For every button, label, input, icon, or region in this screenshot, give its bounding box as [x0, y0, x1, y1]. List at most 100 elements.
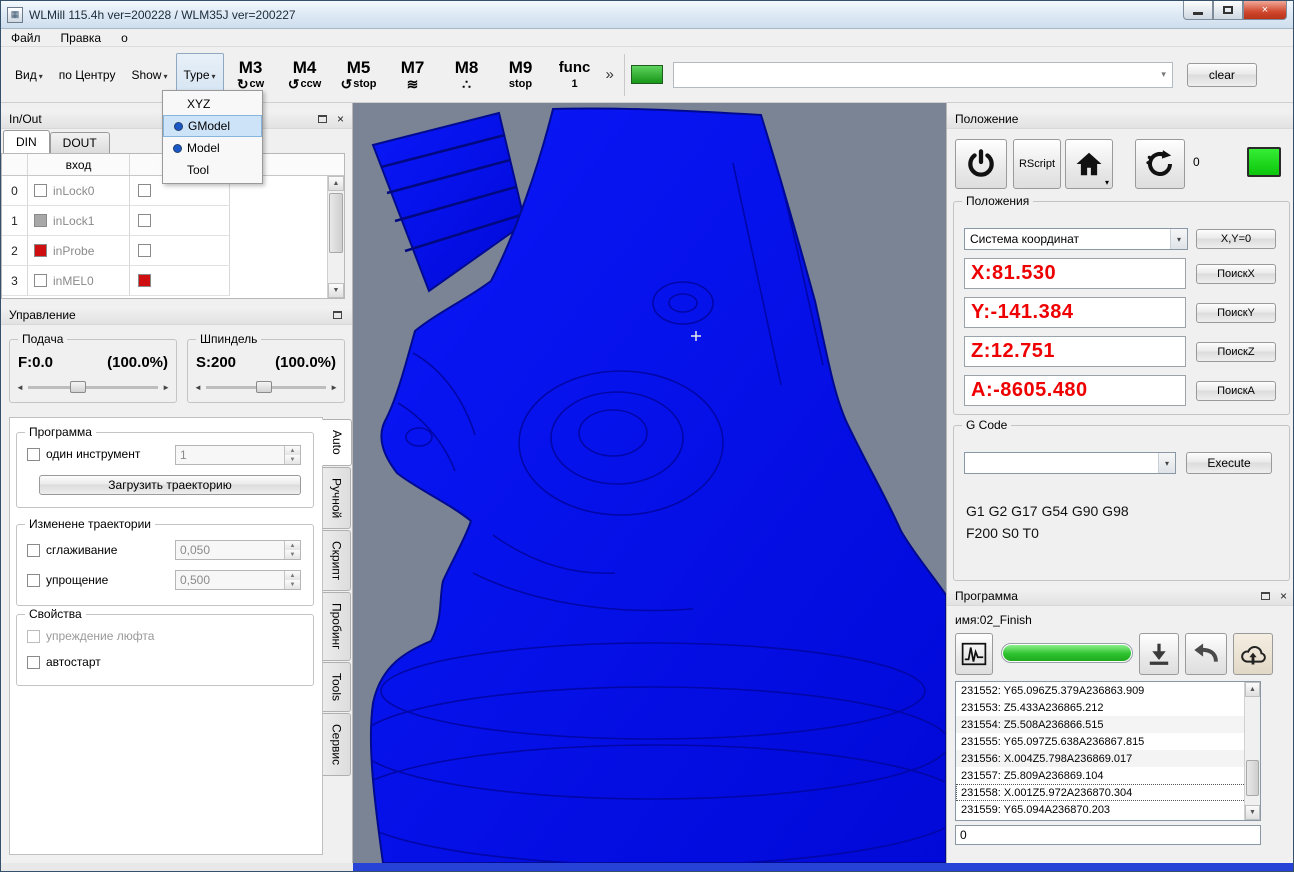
tab-manual[interactable]: Ручной	[323, 466, 351, 529]
m8-coolant-button[interactable]: M8 ∴	[440, 52, 494, 98]
command-combobox[interactable]: ▾	[672, 61, 1173, 88]
scroll-up-icon[interactable]: ▲	[1245, 682, 1260, 697]
gcode-line[interactable]: 231552: Y65.096Z5.379A236863.909	[956, 682, 1260, 699]
type-menu-item-xyz[interactable]: XYZ	[163, 93, 262, 115]
list-scrollbar[interactable]: ▲ ▼	[1244, 682, 1260, 820]
smoothing-checkbox[interactable]: сглаживание	[27, 543, 117, 557]
func1-button[interactable]: func 1	[548, 52, 602, 98]
search-x-button[interactable]: ПоискX	[1196, 264, 1276, 284]
tab-auto[interactable]: Auto	[322, 419, 352, 466]
slider-right-icon[interactable]: ►	[162, 383, 170, 392]
toolbar-overflow-chevron[interactable]: »	[602, 66, 618, 83]
view-menu-button[interactable]: Вид ▾	[7, 53, 51, 97]
close-button[interactable]: ×	[1243, 1, 1287, 20]
goto-line-input[interactable]	[955, 825, 1261, 845]
gcode-line[interactable]: 231555: Y65.097Z5.638A236867.815	[956, 733, 1260, 750]
close-panel-icon[interactable]: ×	[337, 113, 344, 125]
m5-spindle-stop-button[interactable]: M5 ↺ stop	[332, 52, 386, 98]
slider-left-icon[interactable]: ◄	[194, 383, 202, 392]
input-state-checkbox[interactable]	[34, 214, 47, 227]
gcode-line[interactable]: 231553: Z5.433A236865.212	[956, 699, 1260, 716]
m7-air-button[interactable]: M7 ≋	[386, 52, 440, 98]
minimize-button[interactable]	[1183, 1, 1213, 20]
float-panel-icon[interactable]	[333, 311, 342, 319]
tab-probing[interactable]: Пробинг	[323, 592, 351, 661]
search-z-button[interactable]: ПоискZ	[1196, 342, 1276, 362]
scroll-down-icon[interactable]: ▼	[1245, 805, 1260, 820]
slider-handle[interactable]	[256, 380, 273, 393]
gcode-line-list[interactable]: 231552: Y65.096Z5.379A236863.909 231553:…	[955, 681, 1261, 821]
spin-up-icon[interactable]: ▲	[285, 541, 300, 550]
home-button[interactable]: ▾	[1065, 139, 1113, 189]
input-state-checkbox[interactable]	[138, 274, 151, 287]
type-menu-item-gmodel[interactable]: GModel	[163, 115, 262, 137]
smoothing-spinner[interactable]: ▲▼	[175, 540, 301, 560]
tab-tools[interactable]: Tools	[323, 661, 351, 712]
spin-down-icon[interactable]: ▼	[285, 550, 300, 559]
gcode-combobox[interactable]: ▾	[964, 452, 1176, 474]
input-state-checkbox[interactable]	[138, 214, 151, 227]
single-tool-spinner[interactable]: ▲▼	[175, 445, 301, 465]
spin-down-icon[interactable]: ▼	[285, 580, 300, 589]
type-menu-item-model[interactable]: Model	[163, 137, 262, 159]
tab-din[interactable]: DIN	[3, 130, 50, 153]
maximize-button[interactable]	[1213, 1, 1243, 20]
execute-button[interactable]: Execute	[1186, 452, 1272, 474]
backlash-checkbox[interactable]: упреждение люфта	[27, 629, 154, 643]
float-panel-icon[interactable]	[1260, 592, 1270, 600]
coord-system-combobox[interactable]: Система координат ▾	[964, 228, 1188, 250]
rewind-button[interactable]	[1185, 633, 1227, 675]
tab-script[interactable]: Скрипт	[323, 529, 351, 592]
input-state-checkbox[interactable]	[138, 244, 151, 257]
spin-up-icon[interactable]: ▲	[285, 446, 300, 455]
slider-right-icon[interactable]: ►	[330, 383, 338, 392]
single-tool-checkbox[interactable]: один инструмент	[27, 447, 140, 461]
gcode-line[interactable]: 231556: X.004Z5.798A236869.017	[956, 750, 1260, 767]
slider-handle[interactable]	[69, 380, 86, 393]
scrollbar-thumb[interactable]	[329, 193, 343, 253]
scrollbar-thumb[interactable]	[1246, 760, 1259, 796]
table-row[interactable]: 2 inProbe	[2, 236, 344, 266]
simplify-spinner[interactable]: ▲▼	[175, 570, 301, 590]
search-y-button[interactable]: ПоискY	[1196, 303, 1276, 323]
gcode-line[interactable]: 231554: Z5.508A236866.515	[956, 716, 1260, 733]
simplify-input[interactable]	[176, 571, 284, 589]
input-state-checkbox[interactable]	[34, 184, 47, 197]
m4-spindle-ccw-button[interactable]: M4 ↺ ccw	[278, 52, 332, 98]
rotate-axis-button[interactable]	[1135, 139, 1185, 189]
smoothing-input[interactable]	[176, 541, 284, 559]
autostart-checkbox[interactable]: автостарт	[27, 655, 101, 669]
xy-zero-button[interactable]: X,Y=0	[1196, 229, 1276, 249]
gcode-line[interactable]: 231559: Y65.094A236870.203	[956, 801, 1260, 818]
tab-service[interactable]: Сервис	[323, 712, 351, 776]
trajectory-view-button[interactable]	[955, 633, 993, 675]
spindle-slider[interactable]: ◄ ►	[194, 380, 338, 394]
table-row[interactable]: 1 inLock1	[2, 206, 344, 236]
feed-slider[interactable]: ◄ ►	[16, 380, 170, 394]
menu-file[interactable]: Файл	[1, 29, 51, 47]
scroll-up-icon[interactable]: ▲	[328, 176, 344, 191]
slider-left-icon[interactable]: ◄	[16, 383, 24, 392]
type-menu-item-tool[interactable]: Tool	[163, 159, 262, 181]
power-button[interactable]	[955, 139, 1007, 189]
rscript-button[interactable]: RScript	[1013, 139, 1061, 189]
input-state-checkbox[interactable]	[34, 274, 47, 287]
tab-dout[interactable]: DOUT	[49, 132, 110, 153]
center-button[interactable]: по Центру	[51, 53, 124, 97]
single-tool-input[interactable]	[176, 446, 284, 464]
3d-viewport[interactable]	[353, 103, 946, 863]
spin-down-icon[interactable]: ▼	[285, 455, 300, 464]
table-scrollbar[interactable]: ▲ ▼	[327, 176, 344, 298]
close-panel-icon[interactable]: ×	[1280, 590, 1287, 602]
gcode-line-selected[interactable]: 231558: X.001Z5.972A236870.304	[956, 784, 1260, 801]
download-program-button[interactable]	[1139, 633, 1179, 675]
input-state-checkbox[interactable]	[34, 244, 47, 257]
search-a-button[interactable]: ПоискA	[1196, 381, 1276, 401]
menu-about[interactable]: о	[111, 29, 138, 47]
clear-button[interactable]: clear	[1186, 62, 1257, 87]
input-state-checkbox[interactable]	[138, 184, 151, 197]
spin-up-icon[interactable]: ▲	[285, 571, 300, 580]
table-row[interactable]: 3 inMEL0	[2, 266, 344, 296]
gcode-line[interactable]: 231557: Z5.809A236869.104	[956, 767, 1260, 784]
scroll-down-icon[interactable]: ▼	[328, 283, 344, 298]
